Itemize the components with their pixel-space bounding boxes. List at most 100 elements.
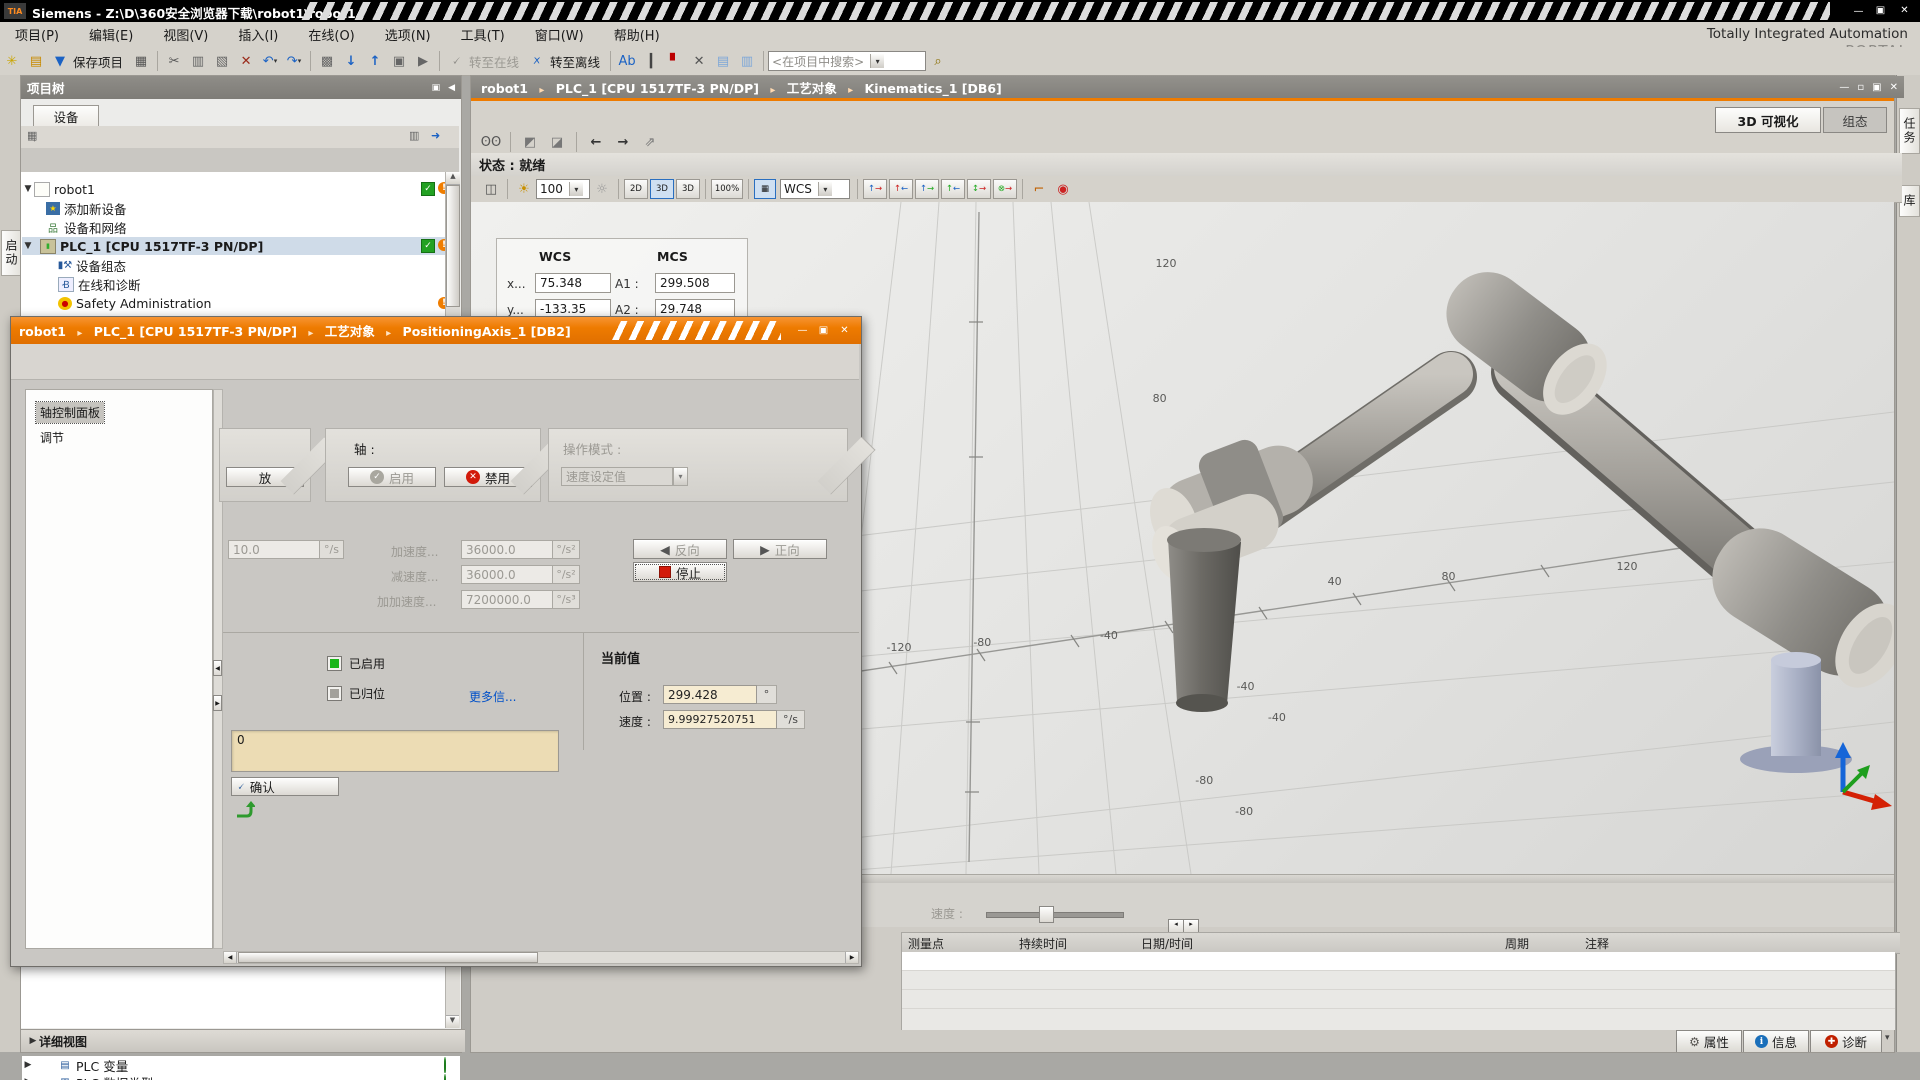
trace-config-icon[interactable]: ◩ [519, 131, 541, 153]
col-datetime[interactable]: 日期/时间 [1135, 932, 1506, 954]
close-icon[interactable]: ✕ [836, 323, 853, 338]
sidebar-tab-start[interactable]: 启动 [1, 230, 22, 276]
coordinate-system-select[interactable]: WCS ▾ [780, 179, 850, 199]
disable-axis-button[interactable]: ✕ 禁用 [444, 467, 532, 487]
minimize-icon[interactable]: — [794, 323, 811, 338]
col-comment[interactable]: 注释 [1579, 932, 1900, 954]
tree-row-safety[interactable]: ● Safety Administration ! [22, 294, 460, 312]
breadcrumb-project[interactable]: robot1 [481, 81, 528, 96]
view-preset-xz-icon[interactable]: ↑← [889, 179, 913, 199]
remove-split-icon[interactable]: ✕ [688, 50, 710, 72]
nav-forward-icon[interactable]: → [612, 131, 634, 153]
cut-icon[interactable]: ✂ [163, 50, 185, 72]
pin-panel-icon[interactable]: ▣ [432, 83, 441, 93]
breadcrumb-positioning-axis[interactable]: PositioningAxis_1 [DB2] [403, 324, 571, 339]
grid-toggle-icon[interactable]: ▦ [754, 179, 776, 199]
view-preset-yz-icon[interactable]: ↑← [941, 179, 965, 199]
breadcrumb-tech-objects[interactable]: 工艺对象 [325, 324, 375, 339]
save-project-icon[interactable]: ▼ [49, 50, 71, 72]
menu-options[interactable]: 选项(N) [370, 21, 446, 48]
robot-trace-icon[interactable]: ⌐ [1028, 178, 1050, 200]
open-project-icon[interactable]: ▤ [25, 50, 47, 72]
tab-3d-visualization[interactable]: 3D 可视化 [1715, 107, 1821, 133]
splitter-left-icon[interactable]: ◀ [213, 660, 222, 676]
menu-project[interactable]: 项目(P) [0, 21, 74, 48]
export-icon[interactable]: ⇗ [639, 131, 661, 153]
jog-forward-button[interactable]: ▶ 正向 [733, 539, 827, 559]
tab-devices[interactable]: 设备 [33, 105, 99, 127]
expander-icon[interactable]: ▼ [22, 241, 34, 251]
compile-icon[interactable]: ▩ [316, 50, 338, 72]
col-measure-point[interactable]: 测量点 [901, 932, 1021, 954]
view-3d-button[interactable]: 3D [650, 179, 674, 199]
acknowledge-button[interactable]: 🗸 确认 [231, 777, 339, 796]
camera-icon[interactable]: ◫ [480, 178, 502, 200]
mcs-a1-value[interactable]: 299.508 [655, 273, 735, 293]
more-info-link[interactable]: 更多信... [469, 688, 516, 705]
nav-back-icon[interactable]: ← [585, 131, 607, 153]
tree-row-plc-tags[interactable]: ▶ ▤ PLC 变量 [22, 1056, 460, 1074]
collapse-panel-icon[interactable]: ◀ [448, 83, 455, 93]
breadcrumb-plc[interactable]: PLC_1 [CPU 1517TF-3 PN/DP] [94, 324, 297, 339]
upload-from-device-icon[interactable]: ↑ [364, 50, 386, 72]
zoom-level-select[interactable]: 100 ▾ [536, 179, 590, 199]
go-offline-label[interactable]: 转至离线 [550, 52, 600, 71]
tree-columns-icon[interactable]: ▥ [409, 129, 419, 142]
chevron-down-icon[interactable]: ▾ [673, 467, 688, 486]
paste-icon[interactable]: ▧ [211, 50, 233, 72]
details-view-bar[interactable]: ▶ 详细视图 [21, 1029, 465, 1052]
current-position-value[interactable]: 299.428 [663, 685, 757, 704]
go-online-icon[interactable]: 🗸 [445, 50, 467, 72]
tree-row-device-config[interactable]: ▮⚒ 设备组态 [22, 256, 460, 274]
measure-table-body[interactable] [901, 952, 1895, 1030]
view-preset-top-icon[interactable]: ⊗→ [993, 179, 1017, 199]
operating-mode-select[interactable]: 速度设定值 [561, 467, 673, 486]
stop-runtime-icon[interactable]: ▘ [664, 50, 686, 72]
copy-icon[interactable]: ▥ [187, 50, 209, 72]
download-to-device-icon[interactable]: ↓ [340, 50, 362, 72]
col-duration[interactable]: 持续时间 [1013, 932, 1142, 954]
tab-info[interactable]: i 信息 [1743, 1030, 1809, 1052]
jog-backward-button[interactable]: ◀ 反向 [633, 539, 727, 559]
jog-velocity-field[interactable]: 10.0 [228, 540, 320, 559]
slider-thumb[interactable] [1039, 906, 1054, 923]
menu-insert[interactable]: 插入(I) [223, 21, 293, 48]
start-cpu-icon[interactable]: ▣ [388, 50, 410, 72]
go-online-label[interactable]: 转至在线 [469, 52, 519, 71]
breadcrumb-project[interactable]: robot1 [19, 324, 66, 339]
menu-edit[interactable]: 编辑(E) [74, 21, 148, 48]
axis-hscrollbar[interactable]: ◀ ▶ [223, 951, 859, 964]
menu-tools[interactable]: 工具(T) [446, 21, 520, 48]
maximize-icon[interactable]: ▣ [1872, 3, 1889, 18]
editor-float-icon[interactable]: ▫ [1857, 82, 1864, 93]
search-project-icon[interactable]: ⌕ [927, 50, 949, 72]
editor-close-icon[interactable]: ✕ [1890, 82, 1898, 93]
tree-row-add-device[interactable]: ★ 添加新设备 [22, 199, 460, 217]
tree-filter-icon[interactable]: ▦̟ [27, 129, 37, 142]
breadcrumb-plc[interactable]: PLC_1 [CPU 1517TF-3 PN/DP] [556, 81, 759, 96]
trace-measure-icon[interactable]: ◪ [546, 131, 568, 153]
tab-diagnostics[interactable]: ✚ 诊断 [1810, 1030, 1882, 1052]
close-icon[interactable]: ✕ [1896, 3, 1913, 18]
zoom-fit-button[interactable]: 100% [711, 179, 743, 199]
monitor-glasses-icon[interactable]: ʘʘ [480, 131, 502, 153]
print-icon[interactable]: ▦ [130, 50, 152, 72]
split-horizontal-icon[interactable]: ▤ [712, 50, 734, 72]
online-diagnostics-icon[interactable]: Ab [616, 50, 638, 72]
dim-brightness-icon[interactable]: ☼ [591, 178, 613, 200]
wcs-x-value[interactable]: 75.348 [535, 273, 611, 293]
view-2d-button[interactable]: 2D [624, 179, 648, 199]
show-crossrefs-icon[interactable]: ▕▏ [640, 50, 662, 72]
view-preset-yx-icon[interactable]: ↕→ [967, 179, 991, 199]
expander-icon[interactable]: ▼ [22, 184, 34, 194]
tree-row-project[interactable]: ▼ robot1 ✓! [22, 180, 460, 198]
chevron-down-icon[interactable]: ▾ [870, 54, 884, 68]
sidebar-item-control-panel[interactable]: 轴控制面板 [36, 402, 104, 423]
stop-button[interactable]: 停止 [633, 562, 727, 582]
tree-row-plc[interactable]: ▼ ▮ PLC_1 [CPU 1517TF-3 PN/DP] ✓! [22, 237, 460, 255]
menu-window[interactable]: 窗口(W) [520, 21, 599, 48]
delete-icon[interactable]: ✕ [235, 50, 257, 72]
tab-configuration[interactable]: 组态 [1823, 107, 1887, 133]
splitter-right-icon[interactable]: ▶ [213, 695, 222, 711]
tree-expand-icon[interactable]: ➜ [431, 129, 440, 142]
